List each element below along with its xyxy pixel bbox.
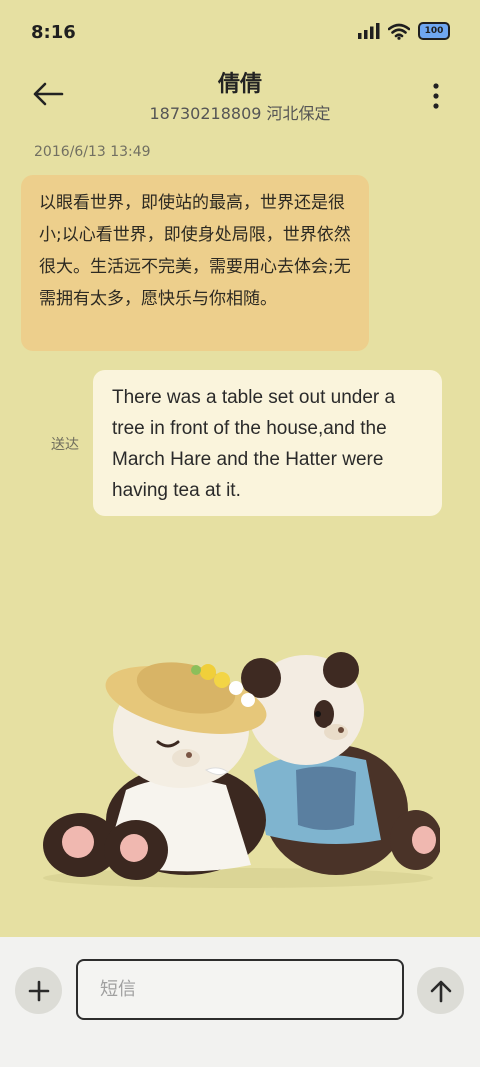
battery-icon: 100	[418, 22, 450, 40]
contact-number-location: 18730218809 河北保定	[149, 104, 331, 123]
more-options-button[interactable]	[426, 78, 446, 114]
signal-icon	[358, 23, 380, 39]
status-icons: 100	[358, 22, 450, 40]
more-vertical-icon	[433, 83, 439, 109]
teddy-bears-sticker[interactable]	[36, 650, 440, 890]
add-attachment-button[interactable]	[15, 967, 62, 1014]
message-input[interactable]	[76, 959, 404, 1020]
outgoing-message-bubble[interactable]: There was a table set out under a tree i…	[93, 370, 442, 516]
plus-icon	[28, 980, 49, 1001]
conversation-header: 倩倩 18730218809 河北保定	[0, 62, 480, 132]
wifi-icon	[388, 23, 410, 40]
incoming-message-bubble[interactable]: 以眼看世界，即使站的最高，世界还是很小;以心看世界，即使身处局限，世界依然很大。…	[21, 175, 369, 351]
contact-name: 倩倩	[217, 72, 262, 97]
send-button[interactable]	[417, 967, 464, 1014]
status-bar: 8:16 100	[0, 0, 480, 64]
delivered-status: 送达	[51, 437, 79, 453]
message-timestamp: 2016/6/13 13:49	[34, 144, 151, 160]
status-time: 8:16	[31, 22, 76, 43]
composer-bar	[0, 937, 480, 1067]
send-arrow-icon	[430, 980, 451, 1002]
